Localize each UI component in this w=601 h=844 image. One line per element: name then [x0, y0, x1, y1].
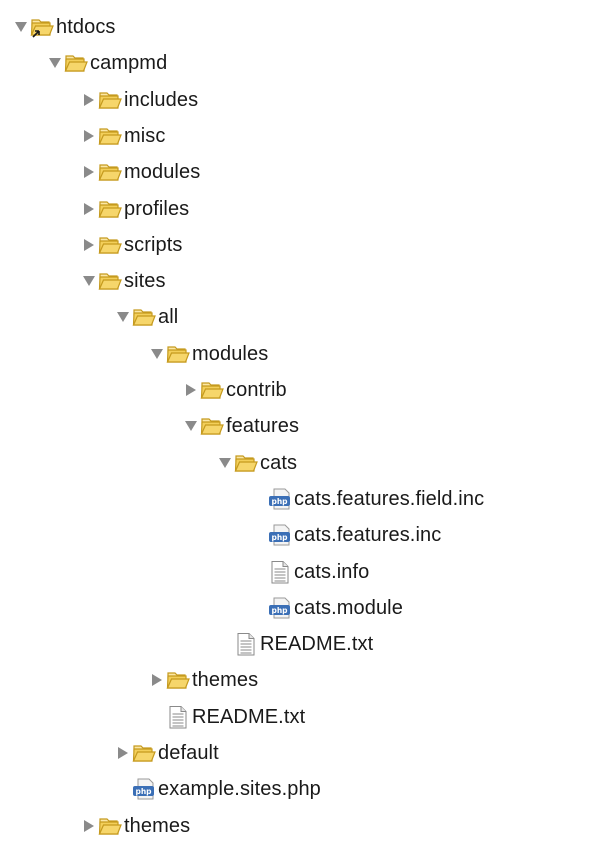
tree-item-label: default — [158, 742, 219, 764]
tree-file-row[interactable]: php cats.module — [0, 590, 601, 626]
tree-item-label: modules — [192, 343, 269, 365]
tree-item-label: themes — [124, 815, 191, 837]
tree-item-label: example.sites.php — [158, 778, 321, 800]
folder-open-icon — [234, 451, 258, 475]
tree-item-label: htdocs — [56, 16, 116, 38]
folder-open-icon — [64, 51, 88, 75]
triangle-down-icon[interactable] — [49, 57, 61, 69]
triangle-down-icon[interactable] — [151, 348, 163, 360]
svg-text:php: php — [271, 606, 288, 615]
tree-item-label: README.txt — [192, 706, 306, 728]
folder-open-icon — [166, 342, 190, 366]
tree-folder-row[interactable]: contrib — [0, 372, 601, 408]
triangle-right-icon[interactable] — [83, 166, 95, 178]
folder-open-icon — [98, 814, 122, 838]
triangle-down-icon[interactable] — [83, 275, 95, 287]
tree-item-label: cats.module — [294, 597, 403, 619]
folder-open-icon — [132, 741, 156, 765]
tree-item-label: modules — [124, 161, 201, 183]
tree-file-row[interactable]: README.txt — [0, 699, 601, 735]
tree-folder-row[interactable]: all — [0, 299, 601, 335]
php-file-icon: php — [268, 596, 292, 620]
folder-open-icon — [166, 668, 190, 692]
triangle-right-icon[interactable] — [83, 130, 95, 142]
php-file-icon: php — [132, 777, 156, 801]
folder-open-icon — [98, 269, 122, 293]
tree-folder-row[interactable]: includes — [0, 82, 601, 118]
tree-folder-row[interactable]: sites — [0, 263, 601, 299]
tree-file-row[interactable]: README.txt — [0, 626, 601, 662]
triangle-down-icon[interactable] — [15, 21, 27, 33]
triangle-right-icon[interactable] — [83, 239, 95, 251]
tree-item-label: campmd — [90, 52, 168, 74]
tree-item-label: scripts — [124, 234, 183, 256]
text-file-icon — [166, 705, 190, 729]
tree-folder-row[interactable]: modules — [0, 336, 601, 372]
tree-folder-row[interactable]: scripts — [0, 227, 601, 263]
tree-file-row[interactable]: php cats.features.field.inc — [0, 481, 601, 517]
triangle-down-icon[interactable] — [185, 420, 197, 432]
tree-folder-row[interactable]: default — [0, 735, 601, 771]
tree-item-label: cats — [260, 452, 298, 474]
folder-open-icon — [98, 88, 122, 112]
triangle-down-icon[interactable] — [117, 311, 129, 323]
tree-item-label: cats.features.field.inc — [294, 488, 485, 510]
tree-item-label: features — [226, 415, 300, 437]
triangle-down-icon[interactable] — [219, 457, 231, 469]
tree-folder-row[interactable]: modules — [0, 154, 601, 190]
tree-item-label: includes — [124, 89, 199, 111]
tree-item-label: README.txt — [260, 633, 374, 655]
tree-item-label: cats.info — [294, 561, 370, 583]
tree-item-label: misc — [124, 125, 166, 147]
triangle-right-icon[interactable] — [117, 747, 129, 759]
php-file-icon: php — [268, 523, 292, 547]
tree-item-label: cats.features.inc — [294, 524, 442, 546]
folder-open-icon — [132, 305, 156, 329]
tree-item-label: sites — [124, 270, 166, 292]
folder-open-icon — [98, 233, 122, 257]
folder-open-icon — [98, 197, 122, 221]
tree-folder-row[interactable]: campmd — [0, 45, 601, 81]
svg-text:php: php — [271, 497, 288, 506]
text-file-icon — [268, 560, 292, 584]
tree-file-row[interactable]: php example.sites.php — [0, 771, 601, 807]
tree-item-label: contrib — [226, 379, 287, 401]
folder-open-icon — [30, 15, 54, 39]
folder-open-icon — [98, 124, 122, 148]
svg-text:php: php — [271, 533, 288, 542]
tree-folder-row[interactable]: cats — [0, 445, 601, 481]
text-file-icon — [234, 632, 258, 656]
tree-folder-row[interactable]: profiles — [0, 191, 601, 227]
svg-text:php: php — [135, 787, 152, 796]
tree-folder-row[interactable]: htdocs — [0, 9, 601, 45]
tree-folder-row[interactable]: themes — [0, 662, 601, 698]
tree-folder-row[interactable]: misc — [0, 118, 601, 154]
triangle-right-icon[interactable] — [83, 820, 95, 832]
tree-folder-row[interactable]: features — [0, 408, 601, 444]
tree-file-row[interactable]: cats.info — [0, 554, 601, 590]
tree-item-label: profiles — [124, 198, 190, 220]
triangle-right-icon[interactable] — [185, 384, 197, 396]
tree-item-label: all — [158, 306, 179, 328]
folder-open-icon — [200, 414, 224, 438]
triangle-right-icon[interactable] — [151, 674, 163, 686]
folder-open-icon — [200, 378, 224, 402]
tree-item-label: themes — [192, 669, 259, 691]
folder-open-icon — [98, 160, 122, 184]
tree-file-row[interactable]: php cats.features.inc — [0, 517, 601, 553]
triangle-right-icon[interactable] — [83, 203, 95, 215]
triangle-right-icon[interactable] — [83, 94, 95, 106]
file-tree: htdocs campmd includes misc modules profiles s… — [0, 0, 601, 837]
tree-folder-row[interactable]: themes — [0, 808, 601, 844]
php-file-icon: php — [268, 487, 292, 511]
